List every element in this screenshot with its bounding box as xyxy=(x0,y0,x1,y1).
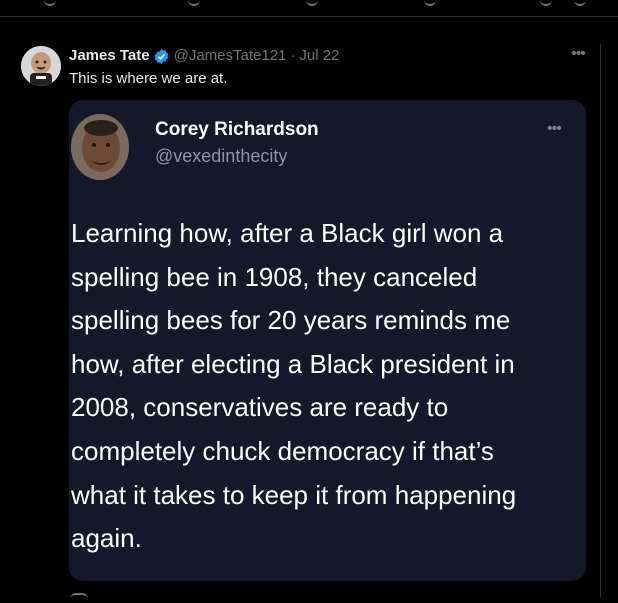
post-header: James Tate @JamesTate121 · Jul 22 xyxy=(69,47,339,65)
views-icon[interactable] xyxy=(424,0,436,6)
quoted-text-line: spelling bees for 20 years reminds me xyxy=(71,305,511,336)
quoted-more-icon: ••• xyxy=(547,120,562,137)
post-date[interactable]: Jul 22 xyxy=(299,47,339,65)
more-icon[interactable]: ••• xyxy=(566,44,590,64)
verified-badge-icon[interactable] xyxy=(153,48,170,65)
quoted-text-line: Learning how, after a Black girl won a xyxy=(71,218,504,248)
like-icon[interactable] xyxy=(306,0,318,6)
quoted-text-line: 2008, conservatives are ready to xyxy=(71,392,449,423)
previous-post-actions xyxy=(0,0,618,6)
share-icon[interactable] xyxy=(574,0,586,6)
author-name[interactable]: James Tate xyxy=(69,47,150,65)
quoted-text-line: how, after electing a Black president in xyxy=(71,348,515,379)
quoted-post-text: Learning how, after a Black girl won a s… xyxy=(71,212,581,561)
quoted-text-line: completely chuck democracy if that’s xyxy=(71,435,494,466)
quoted-author-name: Corey Richardson xyxy=(155,119,319,140)
author-avatar[interactable] xyxy=(21,46,61,86)
column-border xyxy=(600,44,601,597)
repost-icon[interactable] xyxy=(188,0,200,6)
quoted-text-line: spelling bee in 1908, they canceled xyxy=(71,261,478,292)
quoted-text-line: again. xyxy=(71,523,142,554)
reply-icon[interactable] xyxy=(44,0,56,6)
author-handle[interactable]: @JamesTate121 xyxy=(174,47,287,65)
quoted-text-line: what it takes to keep it from happening xyxy=(71,479,517,510)
post-text: This is where we are at. xyxy=(69,70,228,87)
meta-separator: · xyxy=(290,47,296,64)
post-divider xyxy=(0,16,618,17)
reply-action-icon[interactable] xyxy=(70,593,88,603)
quoted-author-avatar xyxy=(71,114,129,180)
bookmark-icon[interactable] xyxy=(540,0,552,6)
quoted-avatar-image xyxy=(71,114,129,180)
avatar-image xyxy=(21,46,61,86)
quoted-author-handle: @vexedinthecity xyxy=(155,146,288,166)
quoted-post-image[interactable]: Corey Richardson @vexedinthecity ••• Lea… xyxy=(69,100,586,581)
